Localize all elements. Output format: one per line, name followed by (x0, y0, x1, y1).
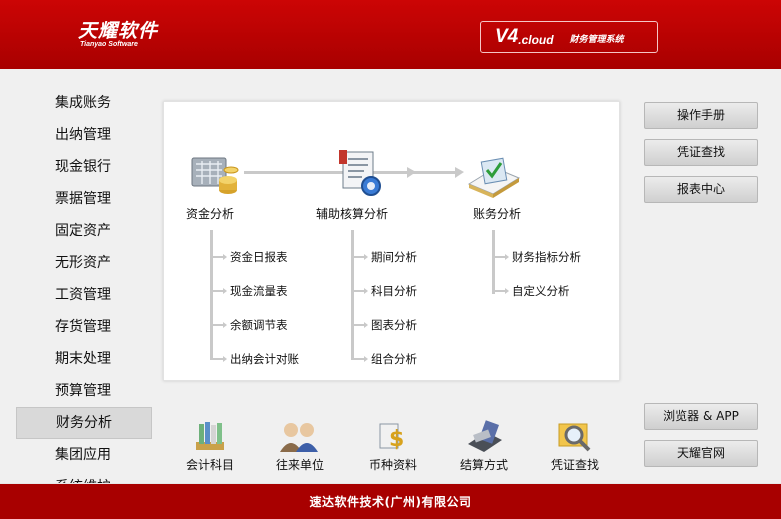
system-title: 财务管理系统 (569, 35, 624, 45)
settlement-icon (468, 420, 502, 452)
sub-item-label: 组合分析 (371, 352, 417, 366)
sidebar-nav: 集成账务 出纳管理 现金银行 票据管理 固定资产 无形资产 工资管理 存货管理 … (16, 87, 152, 487)
sub-item-financial-indicators[interactable]: 财务指标分析 (495, 247, 581, 267)
toolbar-settlement[interactable]: 结算方式 (449, 418, 519, 473)
sidebar-item-intangible-assets[interactable]: 无形资产 (16, 247, 152, 279)
sidebar-item-integrated-accounting[interactable]: 集成账务 (16, 87, 152, 119)
toolbar-label: 币种资料 (368, 458, 417, 472)
toolbar-contacts[interactable]: 往来单位 (265, 418, 335, 473)
logo-text: 天耀软件 (78, 20, 159, 42)
sidebar-item-financial-analysis[interactable]: 财务分析 (16, 407, 152, 439)
module-accounts-analysis[interactable] (462, 154, 524, 199)
footer-company: 速达软件技术(广州)有限公司 (0, 484, 781, 519)
official-website-button[interactable]: 天耀官网 (644, 440, 758, 467)
sub-item-fund-daily[interactable]: 资金日报表 (213, 247, 288, 267)
toolbar-label: 会计科目 (185, 458, 234, 472)
version-edition: .cloud (518, 32, 554, 47)
sub-item-label: 出纳会计对账 (230, 352, 299, 366)
toolbar-account-subjects[interactable]: 会计科目 (175, 418, 245, 473)
browser-app-button[interactable]: 浏览器 & APP (644, 403, 758, 430)
module-fund-analysis[interactable] (184, 154, 244, 199)
svg-text:$: $ (389, 427, 404, 452)
module-label[interactable]: 辅助核算分析 (316, 205, 388, 222)
sub-item-label: 现金流量表 (230, 284, 288, 298)
sub-item-combined-analysis[interactable]: 组合分析 (354, 349, 417, 369)
sub-item-label: 期间分析 (371, 250, 417, 264)
accounts-analysis-icon (467, 157, 521, 198)
sub-item-subject-analysis[interactable]: 科目分析 (354, 281, 417, 301)
toolbar-label: 凭证查找 (550, 458, 599, 472)
sidebar-item-cashier[interactable]: 出纳管理 (16, 119, 152, 151)
sidebar-item-group-apps[interactable]: 集团应用 (16, 439, 152, 471)
contacts-icon (280, 423, 318, 452)
module-auxiliary-analysis[interactable] (335, 150, 389, 200)
module-label[interactable]: 账务分析 (473, 205, 521, 222)
report-center-button[interactable]: 报表中心 (644, 176, 758, 203)
sub-item-label: 科目分析 (371, 284, 417, 298)
sub-item-chart-analysis[interactable]: 图表分析 (354, 315, 417, 335)
toolbar-label: 结算方式 (459, 458, 508, 472)
sidebar-item-fixed-assets[interactable]: 固定资产 (16, 215, 152, 247)
toolbar-currency[interactable]: $ 币种资料 (358, 418, 428, 473)
sidebar-item-period-end[interactable]: 期末处理 (16, 343, 152, 375)
sub-item-balance-reconcile[interactable]: 余额调节表 (213, 315, 288, 335)
sub-item-custom-analysis[interactable]: 自定义分析 (495, 281, 570, 301)
sub-item-label: 财务指标分析 (512, 250, 581, 264)
voucher-search-button[interactable]: 凭证查找 (644, 139, 758, 166)
sub-item-label: 自定义分析 (512, 284, 570, 298)
sub-item-label: 图表分析 (371, 318, 417, 332)
sidebar-item-budget[interactable]: 预算管理 (16, 375, 152, 407)
currency-icon: $ (379, 423, 404, 452)
app-header: 天耀软件 Tianyao Software V4 .cloud 财务管理系统 (0, 0, 781, 69)
sub-item-cash-flow[interactable]: 现金流量表 (213, 281, 288, 301)
sidebar-item-cash-bank[interactable]: 现金银行 (16, 151, 152, 183)
fund-analysis-icon (191, 157, 239, 194)
toolbar-voucher-search[interactable]: 凭证查找 (540, 418, 610, 473)
account-subjects-icon (196, 422, 224, 450)
brand-logo: 天耀软件 Tianyao Software (78, 16, 158, 48)
analysis-panel: 资金分析 辅助核算分析 账务分析 资金日报表 现金流量表 余额调节表 出纳会计对… (163, 101, 620, 381)
sidebar-item-payroll[interactable]: 工资管理 (16, 279, 152, 311)
operation-manual-button[interactable]: 操作手册 (644, 102, 758, 129)
toolbar-label: 往来单位 (275, 458, 324, 472)
sidebar-item-inventory[interactable]: 存货管理 (16, 311, 152, 343)
sub-item-period-analysis[interactable]: 期间分析 (354, 247, 417, 267)
sub-item-cashier-reconcile[interactable]: 出纳会计对账 (213, 349, 299, 369)
version-badge: V4 .cloud 财务管理系统 (480, 21, 658, 53)
sub-item-label: 资金日报表 (230, 250, 288, 264)
module-label[interactable]: 资金分析 (186, 205, 234, 222)
sidebar-item-bills[interactable]: 票据管理 (16, 183, 152, 215)
auxiliary-accounting-icon (339, 150, 381, 196)
voucher-search-icon (558, 423, 591, 452)
version-name: V4 (495, 26, 519, 47)
sub-item-label: 余额调节表 (230, 318, 288, 332)
